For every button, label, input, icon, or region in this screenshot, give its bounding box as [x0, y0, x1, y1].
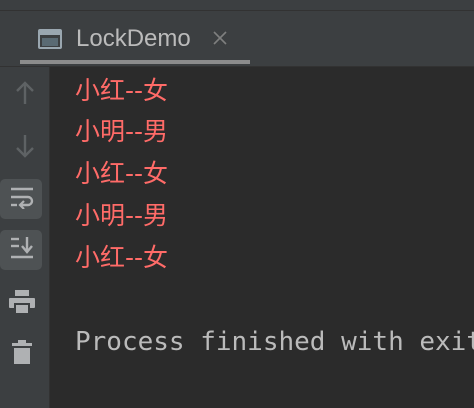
soft-wrap-icon — [9, 185, 35, 214]
run-tool-window: LockDemo 小红--女 小明--男 小红--女 小明--男 小红--女 P… — [0, 0, 474, 408]
scroll-to-end-icon — [9, 236, 35, 265]
tab-bar: LockDemo — [0, 11, 474, 67]
console-output[interactable]: 小红--女 小明--男 小红--女 小明--男 小红--女 Process fi… — [50, 67, 474, 408]
output-line: 小红--女 — [75, 76, 169, 105]
active-tab-indicator — [20, 60, 250, 64]
tab-lockdemo[interactable]: LockDemo — [20, 11, 250, 66]
soft-wrap-button[interactable] — [0, 177, 49, 221]
tab-label: LockDemo — [76, 25, 191, 52]
clear-button[interactable] — [0, 332, 49, 376]
trash-icon — [11, 339, 33, 370]
exit-message: Process finished with exit code 0 — [75, 327, 474, 357]
print-icon — [8, 289, 36, 320]
scroll-to-end-button[interactable] — [0, 228, 49, 272]
close-icon[interactable] — [210, 28, 230, 48]
output-line: 小明--男 — [75, 117, 169, 146]
down-arrow-button[interactable] — [0, 126, 49, 170]
console-window-icon — [38, 29, 62, 49]
output-line: 小红--女 — [75, 243, 169, 272]
title-strip — [0, 0, 474, 11]
up-arrow-icon — [14, 80, 36, 111]
output-line: 小明--男 — [75, 201, 169, 230]
print-button[interactable] — [0, 282, 49, 326]
down-arrow-icon — [14, 133, 36, 164]
console-toolbar — [0, 67, 50, 408]
output-line: 小红--女 — [75, 159, 169, 188]
up-arrow-button[interactable] — [0, 73, 49, 117]
